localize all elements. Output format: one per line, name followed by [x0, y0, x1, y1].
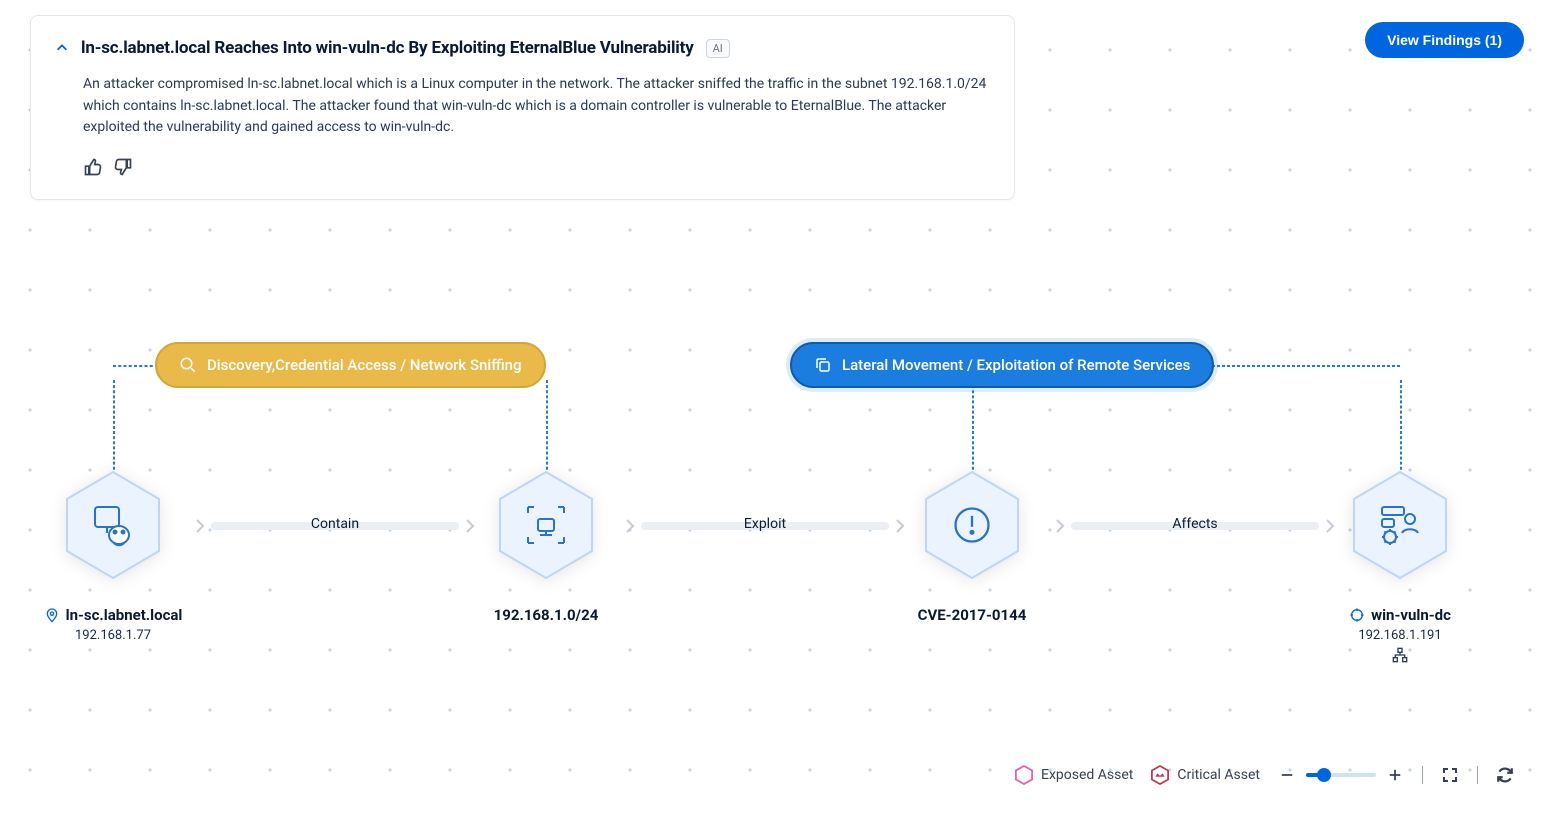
slider-handle[interactable]	[1317, 768, 1331, 782]
legend-critical-asset: Critical Asset	[1151, 765, 1260, 785]
thumbs-up-icon[interactable]	[83, 157, 103, 177]
tactic-pill-lateral-movement[interactable]: Lateral Movement / Exploitation of Remot…	[790, 342, 1214, 388]
subnet-icon	[522, 501, 570, 549]
magnify-icon	[179, 356, 197, 374]
node-title: ln-sc.labnet.local	[66, 606, 183, 624]
node-cve[interactable]: CVE-2017-0144	[872, 470, 1072, 624]
fullscreen-button[interactable]	[1441, 766, 1459, 784]
connector-line	[546, 380, 548, 480]
edge-label: Affects	[1055, 516, 1335, 532]
tactic-label: Discovery,Credential Access / Network Sn…	[207, 356, 522, 374]
linux-host-icon	[89, 501, 137, 549]
node-title: CVE-2017-0144	[918, 606, 1027, 624]
ai-badge: AI	[706, 39, 730, 58]
separator	[1477, 766, 1478, 784]
tactic-label: Lateral Movement / Exploitation of Remot…	[842, 356, 1190, 374]
zoom-out-button[interactable]	[1278, 766, 1296, 784]
refresh-button[interactable]	[1496, 766, 1514, 784]
connector-line	[113, 380, 115, 480]
target-icon	[1349, 607, 1365, 623]
hexagon-outline-icon	[1015, 765, 1033, 785]
thumbs-down-icon[interactable]	[113, 157, 133, 177]
connector-line	[1400, 380, 1402, 480]
location-icon	[44, 607, 60, 623]
canvas-toolbar: Exposed Asset Critical Asset	[1015, 765, 1514, 785]
legend-label: Critical Asset	[1177, 767, 1260, 783]
legend-exposed-asset: Exposed Asset	[1015, 765, 1133, 785]
separator	[1422, 766, 1423, 784]
slider-track[interactable]	[1306, 773, 1376, 777]
edge-exploit: Exploit	[625, 518, 905, 534]
sitemap-icon	[1392, 647, 1408, 663]
finding-description: An attacker compromised ln-sc.labnet.loc…	[55, 74, 990, 139]
node-source-host[interactable]: ln-sc.labnet.local 192.168.1.77	[13, 470, 213, 643]
connector-line	[972, 380, 974, 480]
tactic-pill-discovery[interactable]: Discovery,Credential Access / Network Sn…	[155, 342, 546, 388]
legend-label: Exposed Asset	[1041, 767, 1133, 783]
node-subnet[interactable]: 192.168.1.0/24	[446, 470, 646, 624]
connector-line	[113, 365, 158, 367]
node-title: 192.168.1.0/24	[494, 606, 599, 624]
node-target-host[interactable]: win-vuln-dc 192.168.1.191	[1300, 470, 1500, 663]
finding-card: ln-sc.labnet.local Reaches Into win-vuln…	[30, 15, 1015, 200]
node-subtitle: 192.168.1.191	[1358, 628, 1441, 643]
zoom-in-button[interactable]	[1386, 766, 1404, 784]
node-subtitle: 192.168.1.77	[75, 628, 151, 643]
alert-icon	[950, 503, 994, 547]
node-title: win-vuln-dc	[1371, 606, 1451, 624]
edge-label: Contain	[195, 516, 475, 532]
server-user-icon	[1376, 501, 1424, 549]
copy-icon	[814, 356, 832, 374]
view-findings-button[interactable]: View Findings (1)	[1365, 22, 1524, 58]
crown-hexagon-icon	[1151, 765, 1169, 785]
edge-affects: Affects	[1055, 518, 1335, 534]
finding-title: ln-sc.labnet.local Reaches Into win-vuln…	[81, 38, 694, 58]
collapse-icon[interactable]	[55, 41, 69, 55]
zoom-slider[interactable]	[1278, 766, 1404, 784]
edge-contain: Contain	[195, 518, 475, 534]
edge-label: Exploit	[625, 516, 905, 532]
